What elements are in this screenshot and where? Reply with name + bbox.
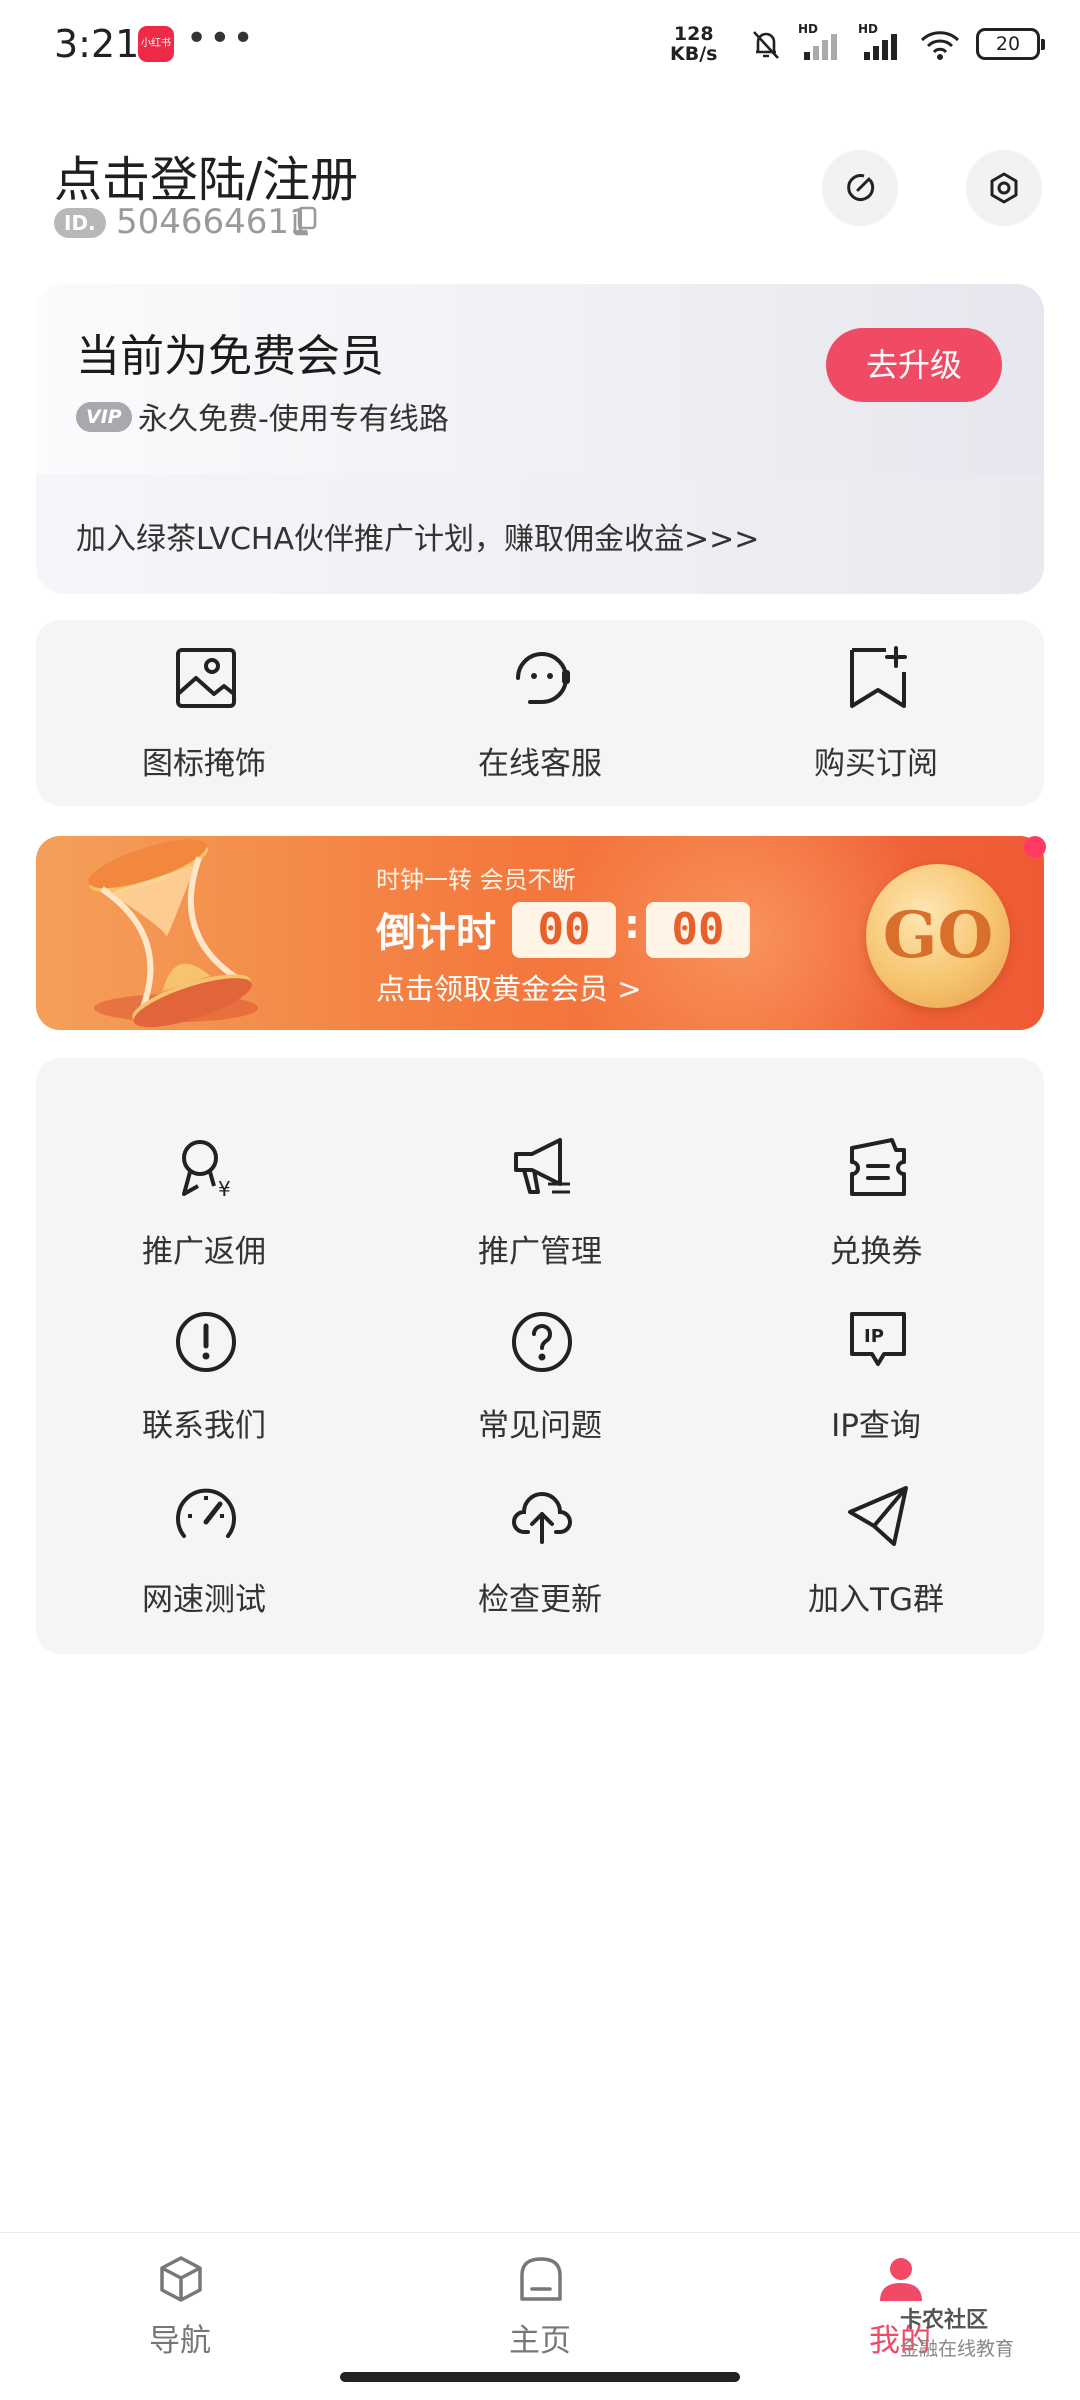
app-notification-icon: 小红书 [138, 26, 174, 62]
status-icons: HD HD 20 [748, 22, 1045, 62]
question-icon [512, 1312, 572, 1372]
grid-item-promo-management[interactable]: 推广管理 [372, 1134, 708, 1304]
speedometer-icon [176, 1488, 236, 1538]
nav-item-label: 导航 [149, 2323, 211, 2359]
quick-item-label: 图标掩饰 [142, 746, 266, 782]
grid-item-join-tg-group[interactable]: 加入TG群 [708, 1482, 1044, 1652]
vip-badge: VIP [76, 402, 132, 432]
watermark-brand: 卡农社区 [900, 2308, 989, 2333]
mute-bell-icon [753, 31, 779, 59]
grid-item-ip-lookup[interactable]: IP IP查询 [708, 1308, 1044, 1478]
ip-icon: IP [850, 1312, 906, 1366]
grid-item-contact-us[interactable]: 联系我们 [36, 1308, 372, 1478]
features-grid: ¥ 推广返佣 推广管理 兑换券 联系我们 常见问题 IP IP查询 网速测试 检… [36, 1058, 1044, 1654]
member-card: 当前为免费会员 VIP 永久免费-使用专有线路 去升级 加入绿茶LVCHA伙伴推… [36, 284, 1044, 594]
grid-item-label: 推广管理 [478, 1234, 602, 1270]
hourglass-icon [88, 839, 258, 1028]
settings-icon [990, 172, 1018, 204]
edit-circle-icon [847, 174, 875, 201]
countdown-label: 倒计时 [376, 910, 496, 956]
quick-item-buy-subscription[interactable]: 购买订阅 [708, 620, 1044, 806]
quick-item-icon-disguise[interactable]: 图标掩饰 [36, 620, 372, 806]
hd-label-1: HD [798, 22, 819, 36]
claim-gold-member-link[interactable]: 点击领取黄金会员 > [376, 966, 642, 1008]
hd-label-2: HD [858, 22, 879, 36]
grid-item-label: 网速测试 [142, 1582, 266, 1618]
member-status-subtitle: 永久免费-使用专有线路 [138, 402, 449, 437]
svg-text:¥: ¥ [218, 1177, 231, 1201]
quick-item-label: 购买订阅 [814, 746, 938, 782]
partner-promo-link[interactable]: 加入绿茶LVCHA伙伴推广计划，赚取佣金收益>>> [76, 514, 759, 558]
signal-1: HD [798, 22, 844, 62]
quick-item-online-support[interactable]: 在线客服 [372, 620, 708, 806]
customer-service-icon [516, 652, 570, 704]
grid-item-label: 联系我们 [142, 1408, 266, 1444]
login-register-link[interactable]: 点击登陆/注册 [54, 140, 358, 210]
telegram-icon [848, 1486, 908, 1546]
signal-2: HD [858, 22, 904, 62]
svg-text:IP: IP [864, 1326, 884, 1347]
member-status-title: 当前为免费会员 [76, 331, 384, 382]
grid-item-coupon[interactable]: 兑换券 [708, 1134, 1044, 1304]
grid-item-label: 常见问题 [478, 1408, 602, 1444]
home-icon [520, 2257, 562, 2301]
watermark-tagline: 金融在线教育 [900, 2338, 1015, 2360]
notification-dot [1024, 836, 1046, 858]
cube-icon [160, 2256, 202, 2302]
promo-banner[interactable]: 时钟一转 会员不断 倒计时 00 : 00 点击领取黄金会员 > GO [36, 836, 1044, 1030]
copy-icon[interactable] [292, 206, 318, 236]
megaphone-icon [514, 1138, 570, 1194]
network-speed-value: 128 [673, 23, 714, 45]
cloud-upload-icon [512, 1492, 572, 1544]
ticket-icon [850, 1138, 906, 1196]
grid-item-check-update[interactable]: 检查更新 [372, 1482, 708, 1652]
grid-item-label: IP查询 [831, 1408, 921, 1444]
battery-indicator: 20 [976, 28, 1045, 60]
share-button[interactable] [822, 150, 898, 226]
upgrade-button[interactable]: 去升级 [826, 328, 1002, 402]
grid-item-promo-commission[interactable]: ¥ 推广返佣 [36, 1134, 372, 1304]
home-indicator[interactable] [340, 2372, 740, 2382]
wifi-icon [920, 31, 960, 60]
status-time: 3:21 [54, 22, 140, 66]
user-id: 504664611 [116, 202, 311, 242]
bookmark-add-icon [850, 646, 907, 708]
more-notifications-icon: ••• [186, 18, 256, 59]
nav-item-navigation[interactable]: 导航 [80, 2255, 280, 2375]
exclamation-icon [176, 1312, 236, 1372]
id-badge: ID. [54, 208, 106, 238]
watermark: 卡农社区 金融在线教育 [900, 2302, 1014, 2361]
commission-icon: ¥ [182, 1140, 231, 1201]
grid-item-label: 兑换券 [829, 1234, 923, 1270]
nav-item-home[interactable]: 主页 [440, 2255, 640, 2375]
quick-actions-card: 图标掩饰 在线客服 购买订阅 [36, 620, 1044, 806]
quick-item-label: 在线客服 [478, 746, 602, 782]
countdown-seconds: 00 [646, 902, 750, 958]
grid-item-label: 加入TG群 [808, 1582, 944, 1618]
nav-item-label: 主页 [509, 2323, 571, 2359]
countdown-minutes: 00 [512, 902, 616, 958]
network-speed-unit: KB/s [670, 43, 718, 65]
go-button[interactable]: GO [866, 864, 1010, 1008]
grid-item-speed-test[interactable]: 网速测试 [36, 1482, 372, 1652]
settings-button[interactable] [966, 150, 1042, 226]
grid-item-label: 检查更新 [478, 1582, 602, 1618]
grid-item-faq[interactable]: 常见问题 [372, 1308, 708, 1478]
image-icon [176, 648, 236, 708]
countdown-colon: : [624, 902, 640, 948]
status-bar: 3:21 小红书 ••• 128 KB/s HD HD 20 [0, 0, 1080, 90]
grid-item-label: 推广返佣 [142, 1234, 266, 1270]
network-speed: 128 KB/s [670, 24, 717, 64]
user-icon [880, 2258, 922, 2301]
banner-slogan: 时钟一转 会员不断 [376, 866, 576, 894]
